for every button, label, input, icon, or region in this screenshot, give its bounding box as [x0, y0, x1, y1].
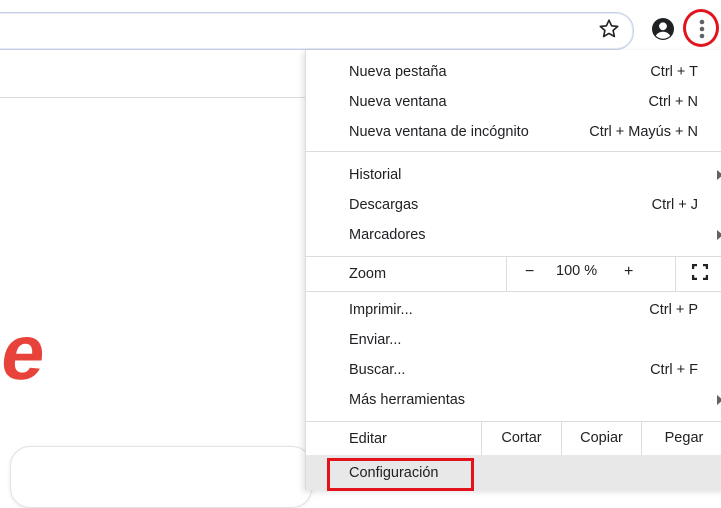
zoom-level: 100 %: [556, 263, 598, 279]
menu-item-label: Nueva pestaña: [349, 64, 447, 80]
page-divider: [0, 97, 305, 98]
menu-item-shortcut: Ctrl + N: [648, 94, 698, 110]
zoom-label: Zoom: [349, 266, 387, 282]
submenu-arrow-icon: [717, 170, 721, 180]
menu-item-new-tab[interactable]: Nueva pestaña Ctrl + T: [306, 57, 721, 87]
edit-label: Editar: [349, 431, 387, 447]
menu-separator: [306, 151, 721, 152]
menu-item-downloads[interactable]: Descargas Ctrl + J: [306, 190, 721, 220]
menu-item-shortcut: Ctrl + Mayús + N: [589, 124, 698, 140]
menu-edit-row: Editar Cortar Copiar Pegar: [306, 421, 721, 455]
menu-item-shortcut: Ctrl + F: [650, 362, 698, 378]
menu-item-more-tools[interactable]: Más herramientas: [306, 385, 721, 415]
star-outline-icon[interactable]: [597, 17, 621, 41]
menu-item-shortcut: Ctrl + P: [649, 302, 698, 318]
menu-item-shortcut: Ctrl + J: [651, 197, 698, 213]
menu-separator: [306, 291, 721, 292]
paste-button[interactable]: Pegar: [641, 421, 721, 455]
menu-button-highlight: [683, 9, 719, 47]
submenu-arrow-icon: [717, 230, 721, 240]
submenu-arrow-icon: [717, 395, 721, 405]
menu-item-new-incognito-window[interactable]: Nueva ventana de incógnito Ctrl + Mayús …: [306, 117, 721, 147]
menu-item-print[interactable]: Imprimir... Ctrl + P: [306, 295, 721, 325]
cut-button[interactable]: Cortar: [481, 421, 561, 455]
menu-item-label: Historial: [349, 167, 402, 183]
account-circle-icon[interactable]: [651, 17, 675, 41]
zoom-in-button[interactable]: +: [624, 263, 633, 281]
page-card: [10, 446, 312, 508]
browser-menu: Nueva pestaña Ctrl + T Nueva ventana Ctr…: [305, 50, 721, 491]
copy-button-label: Copiar: [580, 430, 623, 446]
menu-item-label: Imprimir...: [349, 302, 413, 318]
menu-item-label: Nueva ventana: [349, 94, 447, 110]
menu-item-label: Descargas: [349, 197, 419, 213]
menu-item-settings[interactable]: Configuración: [306, 455, 721, 491]
menu-item-history[interactable]: Historial: [306, 160, 721, 190]
paste-button-label: Pegar: [664, 430, 704, 446]
address-bar[interactable]: [0, 12, 634, 50]
menu-item-shortcut: Ctrl + T: [650, 64, 698, 80]
settings-highlight: [327, 458, 474, 491]
menu-item-label: Buscar...: [349, 362, 406, 378]
menu-item-bookmarks[interactable]: Marcadores: [306, 220, 721, 250]
menu-zoom-row: Zoom − 100 % +: [306, 256, 721, 291]
menu-item-find[interactable]: Buscar... Ctrl + F: [306, 355, 721, 385]
menu-item-cast[interactable]: Enviar...: [306, 325, 721, 355]
menu-item-label: Nueva ventana de incógnito: [349, 124, 529, 140]
cut-button-label: Cortar: [501, 430, 542, 446]
fullscreen-icon[interactable]: [692, 264, 708, 280]
zoom-controls: − 100 % +: [506, 256, 676, 291]
menu-item-label: Marcadores: [349, 227, 426, 243]
menu-item-label: Más herramientas: [349, 392, 466, 408]
menu-item-label: Enviar...: [349, 332, 402, 348]
zoom-out-button[interactable]: −: [525, 263, 534, 281]
menu-item-new-window[interactable]: Nueva ventana Ctrl + N: [306, 87, 721, 117]
copy-button[interactable]: Copiar: [561, 421, 641, 455]
page-logo-fragment: e: [0, 308, 52, 396]
